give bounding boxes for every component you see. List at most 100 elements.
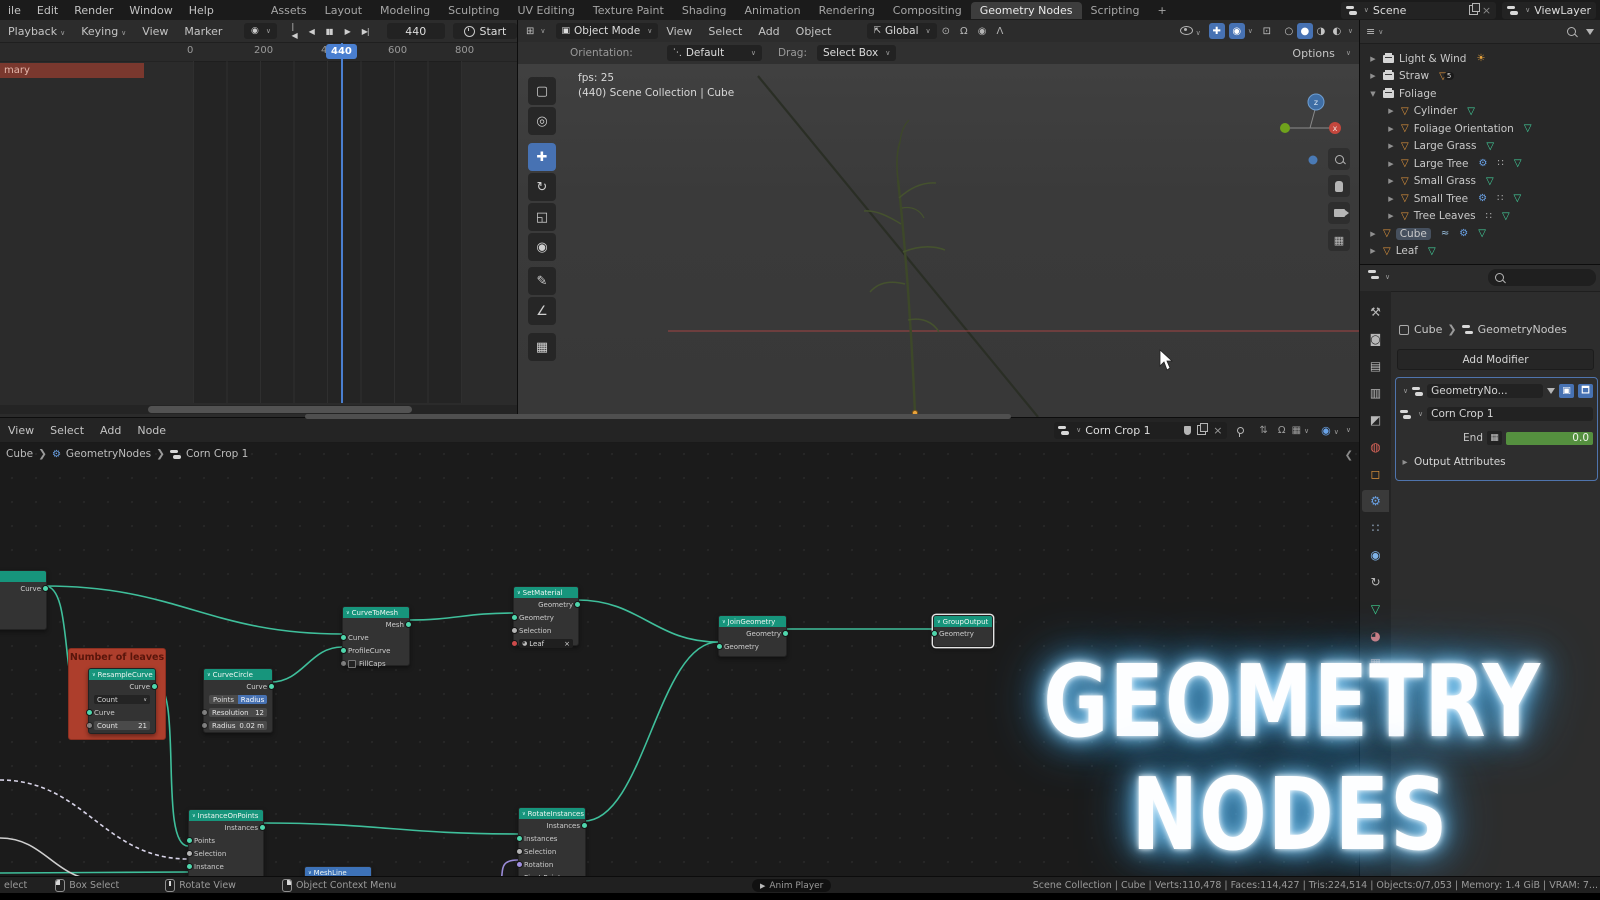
end-value-slider[interactable]: 0.0 xyxy=(1506,431,1593,445)
menu-object[interactable]: Object xyxy=(788,25,840,38)
input-socket[interactable] xyxy=(516,861,523,868)
node-curve-circle[interactable]: ∨ CurveCircle Curve Points Radius Resolution 1… xyxy=(201,668,275,733)
viewlayer-selector[interactable]: ∨ ViewLayer xyxy=(1502,1,1596,19)
next-keyframe-button[interactable]: ▶ xyxy=(339,27,356,36)
transform-tool[interactable]: ◉ xyxy=(528,233,556,261)
node-group-output[interactable]: ∨ GroupOutput Geometry xyxy=(931,615,993,647)
node-curve-to-mesh[interactable]: ∨ CurveToMesh Mesh Curve ProfileCurve FillCap… xyxy=(340,606,412,668)
breadcrumb-object[interactable]: Cube xyxy=(6,448,33,460)
move-tool[interactable]: ✚ xyxy=(528,143,556,171)
funnel-icon[interactable] xyxy=(1547,388,1555,394)
output-attributes-row[interactable]: ▸ Output Attributes xyxy=(1400,454,1593,470)
drag-dropdown[interactable]: Select Box ∨ xyxy=(817,45,897,61)
unlink-icon[interactable]: × xyxy=(564,640,570,648)
menu-playback[interactable]: Playback ∨ xyxy=(0,25,73,38)
arrow-right-icon[interactable]: ▶ xyxy=(1368,247,1378,255)
filter-icon[interactable] xyxy=(1586,28,1594,35)
node-value-field[interactable]: Resolution 12 xyxy=(209,708,267,717)
timeline-scrollbar-thumb[interactable] xyxy=(148,406,412,413)
input-socket[interactable] xyxy=(340,660,347,667)
output-socket[interactable] xyxy=(42,585,49,592)
input-socket[interactable] xyxy=(186,863,193,870)
viewport-3d[interactable]: ⊞ ∨ ▣ Object Mode ∨ View Select Add Object ⇱ Globa… xyxy=(518,20,1359,417)
output-socket[interactable] xyxy=(268,683,275,690)
modifier-name-field[interactable]: GeometryNo... xyxy=(1427,384,1543,398)
node-join-geometry[interactable]: ∨ JoinGeometry Geometry Geometry xyxy=(716,615,789,657)
arrow-right-icon[interactable]: ▶ xyxy=(1386,142,1396,150)
menu-keying[interactable]: Keying ∨ xyxy=(73,25,134,38)
playhead[interactable] xyxy=(341,43,343,403)
menu-add[interactable]: Add xyxy=(92,424,129,437)
arrow-right-icon[interactable]: ▶ xyxy=(1386,160,1396,168)
outliner-row-large-tree[interactable]: ▶ ▽ Large Tree ⚙ ∷ ▽ xyxy=(1360,155,1600,172)
properties-tab-view-layer[interactable]: ▥ xyxy=(1362,382,1389,404)
outliner-row-large-grass[interactable]: ▶ ▽ Large Grass ▽ xyxy=(1360,138,1600,155)
input-socket[interactable] xyxy=(86,709,93,716)
input-socket[interactable] xyxy=(516,848,523,855)
node-header-curve-to-mesh[interactable]: ∨ CurveToMesh xyxy=(343,607,409,618)
workspace-tab-animation[interactable]: Animation xyxy=(736,2,810,19)
workspace-tab-assets[interactable]: Assets xyxy=(262,2,316,19)
node-instance-on-points[interactable]: ∨ InstanceOnPoints Instances Points Selectio… xyxy=(186,809,266,876)
output-socket[interactable] xyxy=(405,621,412,628)
area-resize-handle[interactable] xyxy=(305,414,1011,419)
output-socket[interactable] xyxy=(782,630,789,637)
pan-button[interactable] xyxy=(1328,175,1350,197)
arrow-right-icon[interactable]: ▶ xyxy=(1368,55,1378,63)
falloff-icon[interactable]: Λ xyxy=(991,26,1008,37)
output-socket[interactable] xyxy=(574,601,581,608)
start-frame-field[interactable]: Start xyxy=(452,23,517,39)
menu-marker[interactable]: Marker xyxy=(176,25,230,38)
shading-solid-button[interactable]: ● xyxy=(1296,23,1313,39)
editor-type-button[interactable]: ⊞ ∨ xyxy=(518,26,554,37)
snap-toggle-icon[interactable]: ⊙ xyxy=(937,26,955,37)
node-header-curve-radius[interactable]: ∨CurveRadius xyxy=(0,571,46,582)
node-mesh-line[interactable]: ∨ MeshLine xyxy=(304,866,372,876)
node-value-field[interactable]: Radius 0.02 m xyxy=(209,721,267,730)
node-value-field[interactable]: Count 21 xyxy=(94,721,150,730)
rotate-tool[interactable]: ↻ xyxy=(528,173,556,201)
copy-icon[interactable] xyxy=(1468,3,1480,15)
node-header-resample-curve[interactable]: ∨ ResampleCurve xyxy=(89,669,155,680)
annotate-tool[interactable]: ✎ xyxy=(528,267,556,295)
input-socket[interactable] xyxy=(86,722,93,729)
pause-button[interactable]: ▮▮ xyxy=(320,27,339,36)
node-header-set-material[interactable]: ∨ SetMaterial xyxy=(514,587,578,598)
overlays-toggle[interactable]: ◉ xyxy=(1228,23,1245,39)
breadcrumb-group[interactable]: Corn Crop 1 xyxy=(186,448,248,460)
workspace-tab-texture-paint[interactable]: Texture Paint xyxy=(584,2,673,19)
menu-select[interactable]: Select xyxy=(42,424,92,437)
shading-material-button[interactable]: ◑ xyxy=(1313,23,1329,39)
unlink-icon[interactable]: × xyxy=(1213,424,1222,437)
node-rotate-instances[interactable]: ∨ RotateInstances Instances Instances Select… xyxy=(516,807,588,876)
menu-edit[interactable]: Edit xyxy=(29,4,66,17)
menu-select[interactable]: Select xyxy=(700,25,750,38)
workspace-tab-sculpting[interactable]: Sculpting xyxy=(439,2,508,19)
outliner-editor-icon[interactable]: ≡ xyxy=(1366,25,1375,38)
outliner-row-foliage[interactable]: ▼ Foliage xyxy=(1360,85,1600,102)
menu-render[interactable]: Render xyxy=(66,4,121,17)
xray-toggle[interactable]: ⊡ xyxy=(1259,23,1275,39)
options-button[interactable]: Options xyxy=(1284,47,1342,60)
node-group-field[interactable]: Corn Crop 1 xyxy=(1427,407,1593,421)
pin-icon[interactable] xyxy=(1236,426,1244,437)
auto-keying-button[interactable]: ◉ ∨ xyxy=(244,23,278,39)
menu-ile[interactable]: ile xyxy=(0,4,29,17)
workspace-tab-rendering[interactable]: Rendering xyxy=(810,2,884,19)
menu-add[interactable]: Add xyxy=(750,25,787,38)
input-socket[interactable] xyxy=(931,630,938,637)
properties-tab-render[interactable]: ◙ xyxy=(1362,328,1389,350)
outliner-row-foliage-orientation[interactable]: ▶ ▽ Foliage Orientation ▽ xyxy=(1360,120,1600,137)
node-resample-curve[interactable]: ∨ ResampleCurve Curve Count ∨ Curve Count 21 xyxy=(86,668,158,734)
proportional-edit-icon[interactable]: ◉ xyxy=(973,26,992,37)
input-socket[interactable] xyxy=(511,614,518,621)
add-cube-tool[interactable]: ▦ xyxy=(528,333,556,361)
node-header-mesh-line[interactable]: ∨ MeshLine xyxy=(305,867,371,876)
checkbox[interactable] xyxy=(348,659,356,668)
gizmo-toggle[interactable]: ✚ xyxy=(1208,23,1225,39)
workspace-tab-uv-editing[interactable]: UV Editing xyxy=(508,2,583,19)
cursor-tool[interactable]: ◎ xyxy=(528,107,556,135)
anim-player-pill[interactable]: ▶ Anim Player xyxy=(752,879,832,892)
arrow-right-icon[interactable]: ▶ xyxy=(1386,177,1396,185)
arrow-right-icon[interactable]: ▶ xyxy=(1386,212,1396,220)
